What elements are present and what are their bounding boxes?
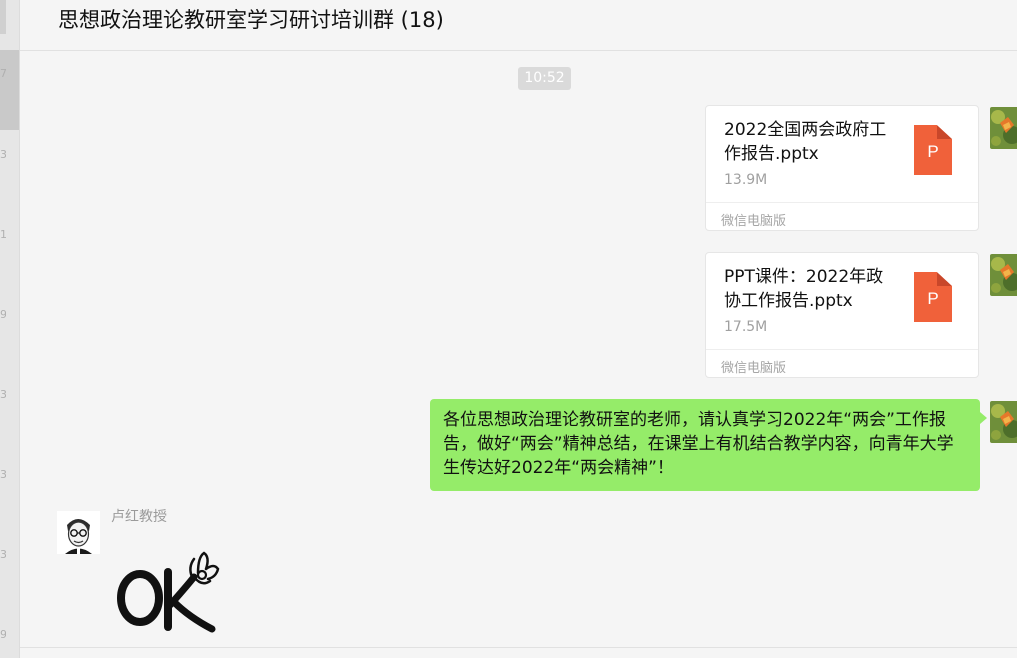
sender-name: 卢红教授 xyxy=(111,509,167,525)
my-avatar[interactable] xyxy=(990,254,1017,296)
file-type-letter: P xyxy=(927,142,939,161)
file-source: 微信电脑版 xyxy=(721,214,787,229)
sidebar-digit: 3 xyxy=(0,548,6,561)
sidebar-digit: 9 xyxy=(0,628,6,641)
input-area-divider xyxy=(20,647,1017,648)
my-avatar[interactable] xyxy=(990,107,1017,149)
card-divider xyxy=(706,349,978,350)
chat-header: 思想政治理论教研室学习研讨培训群 (18) xyxy=(20,0,1017,51)
ppt-file-icon: P xyxy=(914,272,952,322)
file-name: PPT课件：2022年政协工作报告.pptx xyxy=(724,267,884,311)
my-avatar[interactable] xyxy=(990,401,1017,443)
text-message-bubble[interactable]: 各位思想政治理论教研室的老师，请认真学习2022年“两会”工作报告，做好“两会”… xyxy=(430,399,987,491)
time-divider: 10:52 xyxy=(518,67,571,90)
sidebar-digit: 1 xyxy=(0,228,6,241)
sender-avatar[interactable] xyxy=(57,511,100,554)
sidebar-scroll-thumb[interactable] xyxy=(0,50,19,130)
sidebar-digit: 3 xyxy=(0,148,6,161)
card-divider xyxy=(706,202,978,203)
file-fold-corner xyxy=(937,272,952,286)
file-message-card[interactable]: PPT课件：2022年政协工作报告.pptx 17.5M P 微信电脑版 xyxy=(705,252,979,378)
file-size: 17.5M xyxy=(724,319,768,335)
file-source: 微信电脑版 xyxy=(721,361,787,376)
sidebar-digit: 3 xyxy=(0,468,6,481)
file-size: 13.9M xyxy=(724,172,768,188)
file-message-card[interactable]: 2022全国两会政府工作报告.pptx 13.9M P 微信电脑版 xyxy=(705,105,979,231)
sidebar-digit: 3 xyxy=(0,388,6,401)
ppt-file-icon: P xyxy=(914,125,952,175)
sidebar-edge: 7 3 1 9 3 3 3 9 xyxy=(0,0,20,658)
file-type-letter: P xyxy=(927,289,939,308)
sidebar-digit: 7 xyxy=(0,67,6,80)
file-name: 2022全国两会政府工作报告.pptx xyxy=(724,120,887,164)
chat-title[interactable]: 思想政治理论教研室学习研讨培训群 (18) xyxy=(58,4,444,34)
sidebar-corner xyxy=(0,0,6,34)
sidebar-digit: 9 xyxy=(0,308,6,321)
ok-hand-sticker[interactable] xyxy=(114,547,226,639)
file-fold-corner xyxy=(937,125,952,139)
